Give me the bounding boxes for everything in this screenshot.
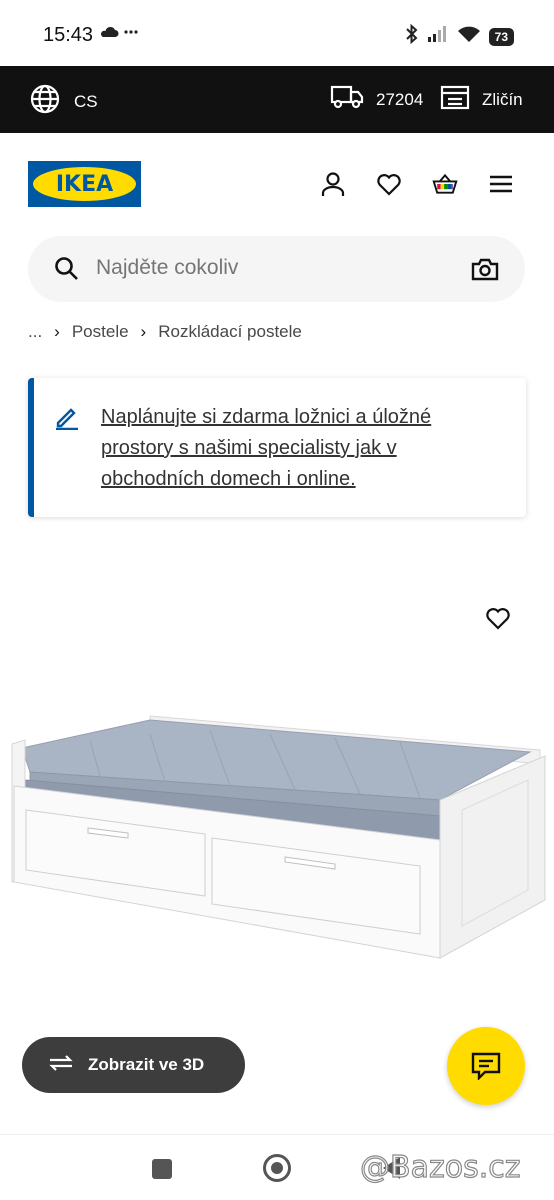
language-selector[interactable]: CS bbox=[30, 84, 98, 119]
store-selector[interactable]: Zličín bbox=[440, 84, 523, 115]
chevron-right-icon: › bbox=[54, 322, 60, 341]
bluetooth-icon bbox=[405, 23, 419, 49]
signal-icon bbox=[427, 25, 449, 48]
camera-icon[interactable] bbox=[471, 256, 499, 287]
store-label: Zličín bbox=[482, 89, 523, 109]
breadcrumb-item-postele[interactable]: Postele bbox=[72, 322, 129, 342]
chat-button[interactable] bbox=[447, 1027, 525, 1105]
user-icon[interactable] bbox=[320, 171, 346, 197]
top-bar: CS 27204 Zličín bbox=[0, 66, 554, 133]
search-icon[interactable] bbox=[54, 256, 80, 287]
language-label: CS bbox=[74, 91, 98, 111]
globe-icon bbox=[30, 84, 60, 119]
rotate-icon bbox=[46, 1052, 76, 1079]
header: IKEA bbox=[0, 133, 554, 233]
cart-icon[interactable] bbox=[432, 171, 458, 197]
search-bar[interactable] bbox=[28, 236, 525, 302]
status-bar: 15:43 73 bbox=[0, 0, 554, 66]
planning-link[interactable]: Naplánujte si zdarma ložnici a úložné pr… bbox=[101, 402, 481, 495]
truck-icon bbox=[330, 84, 364, 115]
breadcrumb: ... › Postele › Rozkládací postele bbox=[28, 322, 302, 342]
wifi-icon bbox=[457, 25, 481, 48]
view-3d-label: Zobrazit ve 3D bbox=[88, 1055, 205, 1074]
heart-icon bbox=[486, 608, 510, 630]
search-input[interactable] bbox=[96, 256, 436, 280]
status-icons: 73 bbox=[405, 23, 514, 49]
postcode-label: 27204 bbox=[376, 89, 424, 109]
breadcrumb-item-rozkladaci-postele[interactable]: Rozkládací postele bbox=[158, 322, 302, 342]
home-button[interactable] bbox=[263, 1154, 291, 1182]
heart-icon[interactable] bbox=[376, 171, 402, 197]
pencil-icon bbox=[54, 404, 80, 435]
cloud-icon bbox=[100, 25, 140, 44]
delivery-postcode[interactable]: 27204 bbox=[330, 84, 423, 115]
chevron-right-icon: › bbox=[140, 322, 147, 341]
battery-indicator: 73 bbox=[488, 27, 514, 46]
planning-banner: Naplánujte si zdarma ložnici a úložné pr… bbox=[28, 378, 526, 517]
breadcrumb-ellipsis[interactable]: ... bbox=[28, 322, 42, 342]
recents-button[interactable] bbox=[152, 1159, 172, 1179]
store-icon bbox=[440, 84, 470, 115]
logo-text: IKEA bbox=[55, 171, 114, 197]
watermark: @Bazos.cz bbox=[359, 1149, 521, 1185]
chat-icon bbox=[471, 1052, 501, 1080]
product-image[interactable] bbox=[0, 700, 554, 970]
status-time: 15:43 bbox=[43, 24, 94, 46]
add-to-favourites-button[interactable] bbox=[484, 604, 512, 632]
view-3d-button[interactable]: Zobrazit ve 3D bbox=[22, 1037, 245, 1093]
ikea-logo[interactable]: IKEA bbox=[28, 161, 141, 207]
menu-icon[interactable] bbox=[488, 171, 514, 197]
